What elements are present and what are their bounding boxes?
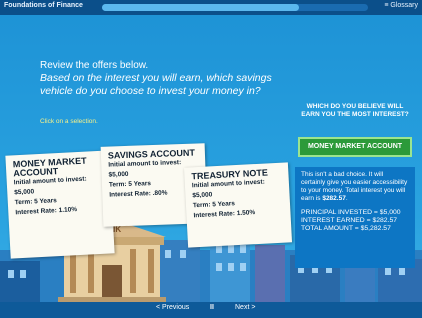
previous-button[interactable]: < Previous xyxy=(156,304,189,311)
lesson-stage: BANK Review the offers below. Based on t… xyxy=(0,15,422,302)
selected-answer-button[interactable]: MONEY MARKET ACCOUNT xyxy=(298,137,412,157)
pause-button[interactable]: II xyxy=(210,304,214,311)
offer-card-money-market[interactable]: MONEY MARKET ACCOUNT Initial amount to i… xyxy=(5,150,115,259)
glossary-button[interactable]: ≡ Glossary xyxy=(384,2,418,9)
principal-line: PRINCIPAL INVESTED = $5,000 xyxy=(301,209,401,216)
next-button[interactable]: Next > xyxy=(235,304,255,311)
feedback-panel: This isn't a bad choice. It will certain… xyxy=(295,167,415,268)
bottom-nav: < Previous II Next > xyxy=(0,302,422,318)
prompt-question: Based on the interest you will earn, whi… xyxy=(40,72,272,97)
prompt-text: Review the offers below. Based on the in… xyxy=(40,59,290,98)
progress-bar xyxy=(102,4,368,11)
feedback-text: This isn't a bad choice. It will certain… xyxy=(301,171,408,202)
interest-line: INTEREST EARNED = $282.57 xyxy=(301,217,398,224)
prompt-intro: Review the offers below. xyxy=(40,60,149,71)
top-bar: Foundations of Finance ≡ Glossary xyxy=(0,0,422,15)
course-title: Foundations of Finance xyxy=(4,2,83,9)
feedback-totals: PRINCIPAL INVESTED = $5,000 INTEREST EAR… xyxy=(301,209,409,233)
progress-fill xyxy=(102,4,299,11)
instruction-text: Click on a selection. xyxy=(40,118,98,125)
offer-card-treasury-note[interactable]: TREASURY NOTE Initial amount to invest: … xyxy=(183,162,293,248)
total-line: TOTAL AMOUNT = $5,282.57 xyxy=(301,225,391,232)
panel-question: WHICH DO YOU BELIEVE WILL EARN YOU THE M… xyxy=(301,103,409,118)
